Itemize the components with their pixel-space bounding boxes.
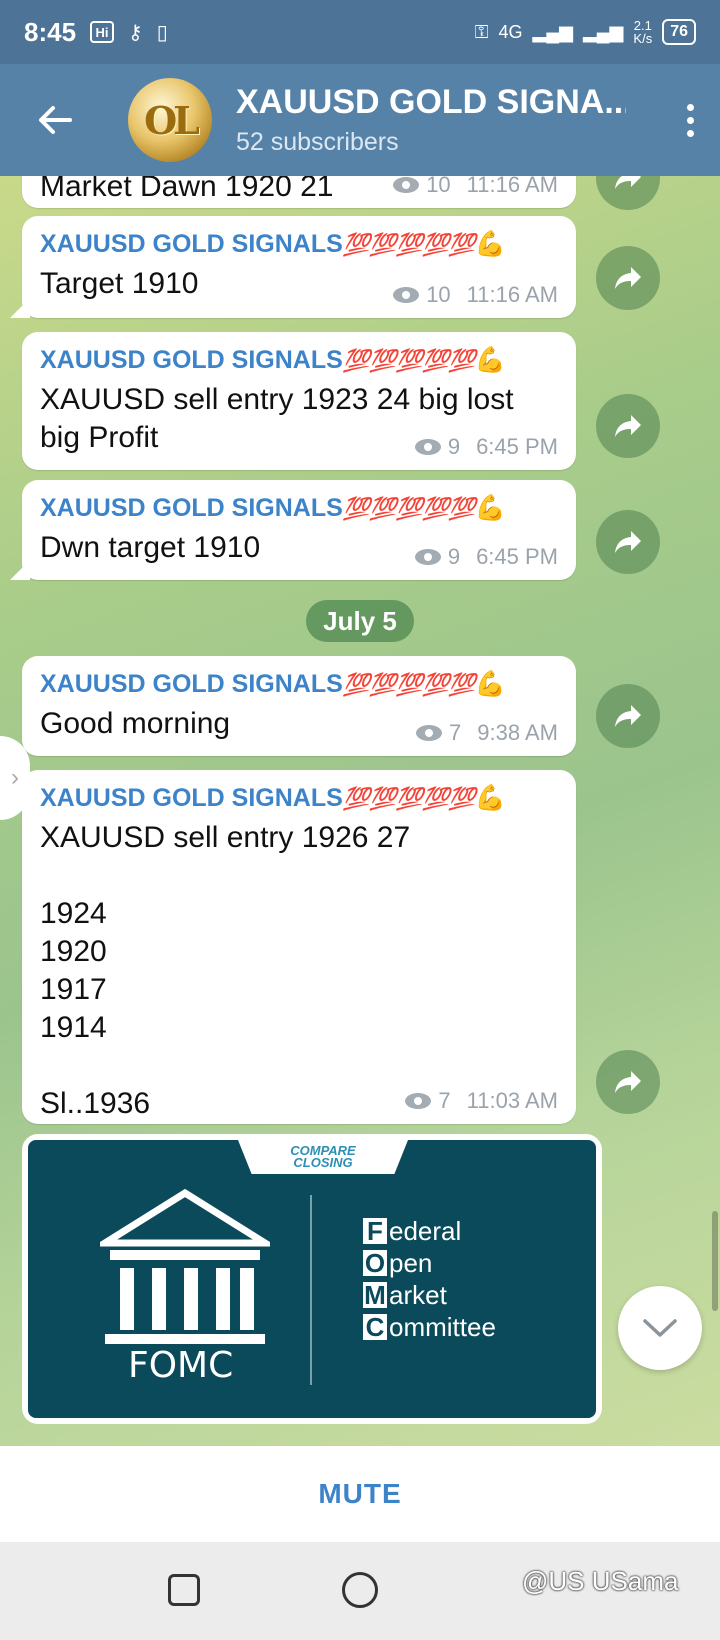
share-icon xyxy=(615,176,641,189)
forward-button[interactable] xyxy=(596,510,660,574)
fomc-expansion: Federal Open Market Committee xyxy=(363,1216,496,1342)
subscriber-count: 52 subscribers xyxy=(236,128,399,156)
forward-button[interactable] xyxy=(596,684,660,748)
message-meta: 7 11:03 AM xyxy=(404,1088,558,1114)
more-options-button[interactable] xyxy=(660,103,720,137)
view-count: 7 xyxy=(449,720,462,745)
share-icon xyxy=(615,415,641,437)
scrollbar[interactable] xyxy=(712,1211,718,1311)
message-bubble[interactable]: XAUUSD GOLD SIGNALS💯💯💯💯💯💪 Dwn target 191… xyxy=(22,480,576,580)
scroll-down-button[interactable] xyxy=(618,1286,702,1370)
forward-button[interactable] xyxy=(596,246,660,310)
back-button[interactable] xyxy=(0,105,110,135)
message-meta: 10 11:16 AM xyxy=(392,282,558,308)
chat-header: OL XAUUSD GOLD SIGNA... 52 subscribers xyxy=(0,64,720,176)
view-count: 9 xyxy=(447,434,461,459)
view-count: 7 xyxy=(438,1088,451,1113)
message-bubble[interactable]: Market Dawn 1920 21 10 11:16 AM xyxy=(22,176,576,208)
share-icon xyxy=(615,705,641,727)
message-bubble[interactable]: XAUUSD GOLD SIGNALS💯💯💯💯💯💪 Good morning 7… xyxy=(22,656,576,756)
watermark: @US USama xyxy=(522,1566,679,1596)
data-speed: 2.1 K/s xyxy=(633,18,653,46)
sender-name: XAUUSD GOLD SIGNALS💯💯💯💯💯💪 xyxy=(40,494,506,522)
battery-icon: 76 xyxy=(662,19,696,45)
message-bubble[interactable]: XAUUSD GOLD SIGNALS💯💯💯💯💯💪 Target 1910 10… xyxy=(22,216,576,318)
message-time: 9:38 AM xyxy=(477,720,558,745)
recents-button[interactable] xyxy=(168,1574,200,1606)
hd-icon: Hi xyxy=(90,21,115,43)
view-count: 10 xyxy=(426,282,451,307)
share-icon xyxy=(615,531,641,553)
forward-button[interactable] xyxy=(596,1050,660,1114)
divider xyxy=(310,1195,312,1385)
compare-closing-logo: COMPARE CLOSING xyxy=(238,1140,408,1174)
chat-area[interactable]: Market Dawn 1920 21 10 11:16 AM XAUUSD G… xyxy=(0,176,720,1446)
message-time: 11:16 AM xyxy=(466,176,558,197)
message-bubble[interactable]: XAUUSD GOLD SIGNALS💯💯💯💯💯💪 XAUUSD sell en… xyxy=(22,770,576,1124)
message-meta: 9 6:45 PM xyxy=(414,434,558,460)
views-icon xyxy=(414,549,441,565)
status-bar: 8:45 Hi ⚷ ▯ ⚿ 4G ▂▄▆ ▂▄▆ 2.1 K/s 76 xyxy=(0,0,720,64)
views-icon xyxy=(405,1093,432,1109)
system-nav-bar: @US USama xyxy=(0,1542,720,1640)
channel-avatar[interactable]: OL xyxy=(128,78,212,162)
message-time: 11:16 AM xyxy=(466,282,558,307)
message-meta: 9 6:45 PM xyxy=(414,544,558,570)
message-time: 6:45 PM xyxy=(476,434,558,459)
image-message[interactable]: COMPARE CLOSING FOMC Federal Open Market … xyxy=(22,1134,602,1424)
forward-button[interactable] xyxy=(596,176,660,210)
message-meta: 7 9:38 AM xyxy=(415,720,558,746)
sender-name: XAUUSD GOLD SIGNALS💯💯💯💯💯💪 xyxy=(40,784,506,812)
network-type: 4G xyxy=(498,21,523,42)
fomc-image: COMPARE CLOSING FOMC Federal Open Market … xyxy=(28,1140,596,1418)
share-icon xyxy=(615,267,641,289)
fomc-label: FOMC xyxy=(128,1345,234,1386)
forward-button[interactable] xyxy=(596,394,660,458)
date-separator: July 5 xyxy=(306,600,414,642)
view-count: 9 xyxy=(447,544,461,569)
status-time: 8:45 xyxy=(24,16,77,47)
channel-info[interactable]: XAUUSD GOLD SIGNA... 52 subscribers xyxy=(236,83,660,157)
view-count: 10 xyxy=(426,176,451,197)
message-meta: 10 11:16 AM xyxy=(392,176,558,198)
views-icon xyxy=(393,287,420,303)
home-button[interactable] xyxy=(342,1572,378,1608)
channel-title: XAUUSD GOLD SIGNA... xyxy=(236,83,626,121)
chevron-down-icon xyxy=(643,1319,677,1337)
mute-button[interactable]: MUTE xyxy=(318,1478,401,1510)
share-icon xyxy=(615,1071,641,1093)
bottom-bar: MUTE xyxy=(0,1446,720,1542)
vpn-key-icon: ⚿ xyxy=(474,21,489,42)
building-icon xyxy=(100,1188,270,1344)
message-bubble[interactable]: XAUUSD GOLD SIGNALS💯💯💯💯💯💪 XAUUSD sell en… xyxy=(22,332,576,470)
message-time: 6:45 PM xyxy=(476,544,558,569)
views-icon xyxy=(414,439,441,455)
signal-icon: ▂▄▆ xyxy=(532,21,573,42)
back-arrow-icon xyxy=(39,106,72,134)
signal-icon-2: ▂▄▆ xyxy=(582,21,624,42)
message-time: 11:03 AM xyxy=(466,1088,558,1113)
message-text: XAUUSD sell entry 1926 27 1924 1920 1917… xyxy=(40,821,411,1120)
phone-icon: ▯ xyxy=(156,21,168,44)
sender-name: XAUUSD GOLD SIGNALS💯💯💯💯💯💪 xyxy=(40,670,506,698)
sender-name: XAUUSD GOLD SIGNALS💯💯💯💯💯💪 xyxy=(40,346,506,374)
views-icon xyxy=(393,177,420,193)
sender-name: XAUUSD GOLD SIGNALS💯💯💯💯💯💪 xyxy=(40,230,506,258)
views-icon xyxy=(416,725,443,741)
key-icon: ⚷ xyxy=(128,21,143,44)
